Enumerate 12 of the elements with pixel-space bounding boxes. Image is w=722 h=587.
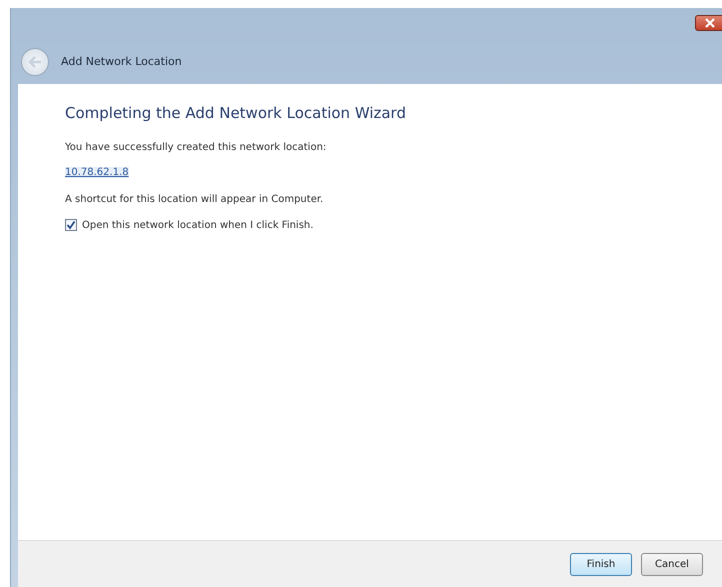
close-button[interactable] [695, 15, 722, 31]
window-title: Add Network Location [61, 55, 182, 68]
cancel-button[interactable]: Cancel [641, 552, 703, 576]
location-link[interactable]: 10.78.62.1.8 [65, 167, 129, 178]
open-checkbox[interactable] [65, 219, 77, 231]
close-icon [704, 18, 716, 28]
finish-button[interactable]: Finish [570, 552, 632, 576]
success-message: You have successfully created this network location: [65, 142, 326, 153]
back-arrow-icon [28, 56, 42, 68]
checkbox-label: Open this network location when I click Finish. [82, 220, 314, 230]
wizard-heading: Completing the Add Network Location Wizard [65, 104, 406, 122]
shortcut-note: A shortcut for this location will appear in Computer. [65, 194, 324, 205]
